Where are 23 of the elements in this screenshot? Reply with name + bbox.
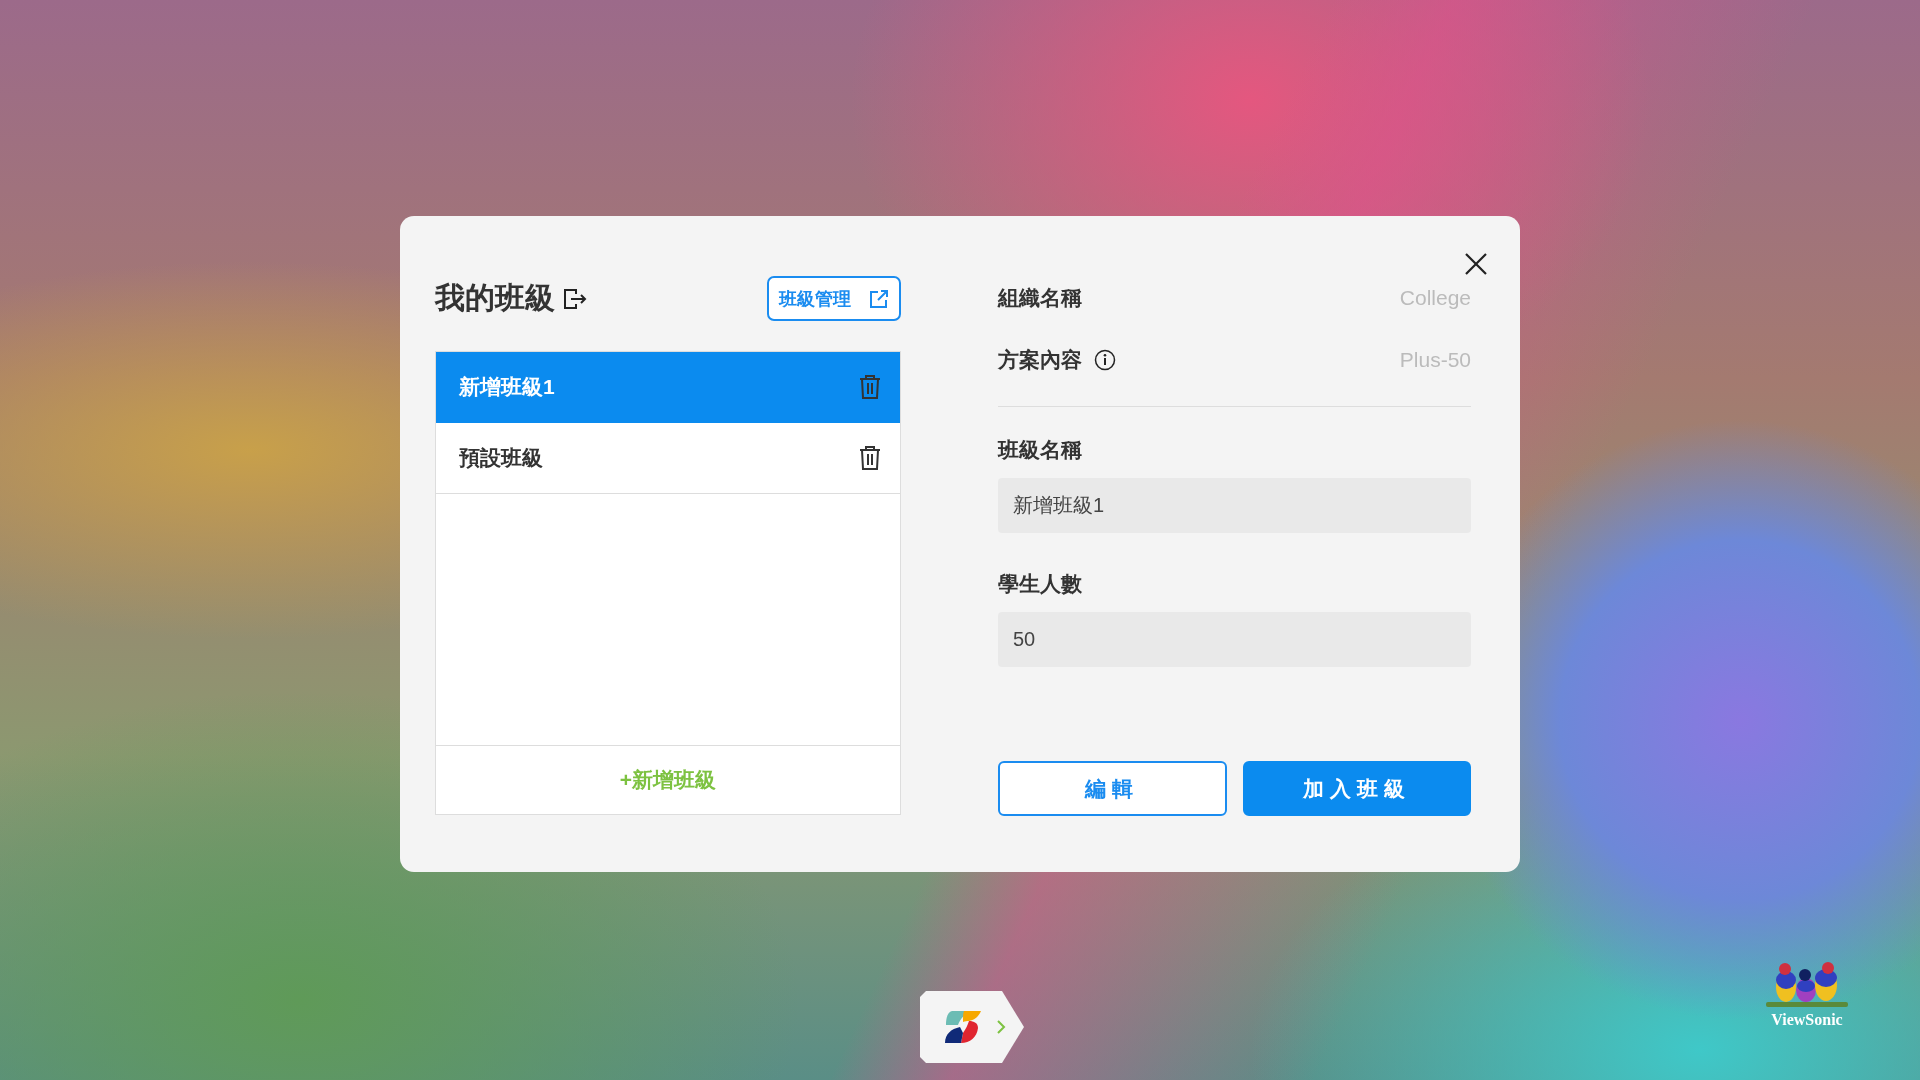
- detail-label: 方案內容: [998, 347, 1082, 373]
- edit-button[interactable]: 編輯: [998, 761, 1227, 816]
- detail-label: 組織名稱: [998, 285, 1082, 311]
- dialog-title: 我的班級: [435, 280, 555, 316]
- brand-name: ViewSonic: [1771, 1011, 1843, 1029]
- chevron-right-icon: [996, 1019, 1006, 1035]
- detail-value: College: [1399, 286, 1471, 310]
- exit-icon[interactable]: [563, 287, 587, 310]
- app-launcher-tab[interactable]: [920, 991, 1025, 1063]
- input-field[interactable]: 新增班級1: [998, 478, 1471, 533]
- class-list-item[interactable]: 新增班級1: [436, 352, 900, 423]
- external-link-icon: [869, 288, 889, 309]
- join-class-button[interactable]: 加入班級: [1242, 761, 1471, 816]
- class-list-item[interactable]: 預設班級: [436, 423, 900, 494]
- app-logo-icon: [942, 1009, 982, 1045]
- info-icon[interactable]: [1094, 349, 1116, 371]
- detail-value: Plus-50: [1399, 348, 1471, 372]
- input-field[interactable]: 50: [998, 612, 1471, 667]
- trash-icon[interactable]: [859, 445, 881, 471]
- field-label: 班級名稱: [998, 438, 1083, 462]
- class-management-button[interactable]: 班級管理: [767, 276, 901, 321]
- close-icon[interactable]: [1464, 252, 1488, 276]
- field-label: 學生人數: [998, 572, 1083, 596]
